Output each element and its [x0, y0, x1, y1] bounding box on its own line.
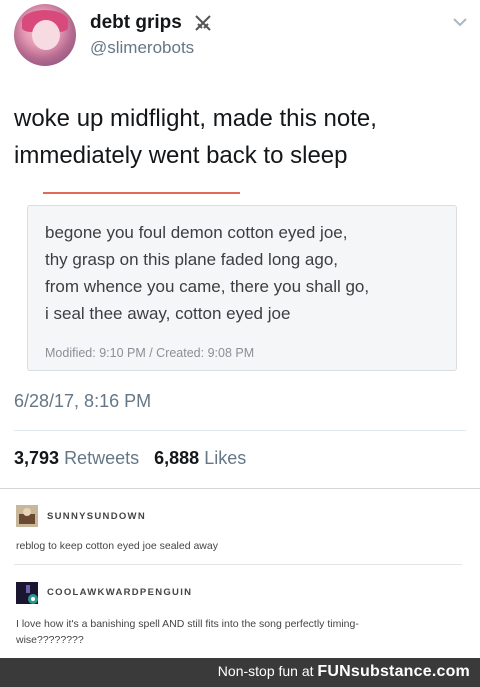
- divider: [14, 564, 462, 565]
- tweet-text: woke up midflight, made this note, immed…: [14, 100, 466, 174]
- reblog-text-line: I love how it's a banishing spell AND st…: [16, 618, 359, 630]
- tweet-timestamp[interactable]: 6/28/17, 8:16 PM: [14, 391, 151, 412]
- likes-label[interactable]: Likes: [204, 448, 246, 468]
- watermark-bar: Non-stop fun at FUNsubstance.com: [0, 658, 480, 687]
- watermark-prefix: Non-stop fun at: [217, 663, 314, 679]
- tweet-text-line: woke up midflight, made this note,: [14, 105, 377, 132]
- crossed-swords-icon: [195, 15, 211, 31]
- reblog-text: I love how it's a banishing spell AND st…: [16, 616, 456, 648]
- reblog-username[interactable]: COOLAWKWARDPENGUIN: [47, 587, 192, 598]
- retweets-count[interactable]: 3,793: [14, 448, 59, 468]
- retweets-label[interactable]: Retweets: [64, 448, 139, 468]
- note-line: from whence you came, there you shall go…: [45, 277, 370, 296]
- reblog-thread: SUNNYSUNDOWN reblog to keep cotton eyed …: [0, 488, 480, 658]
- watermark: Non-stop fun at FUNsubstance.com: [218, 663, 470, 681]
- avatar[interactable]: [16, 505, 38, 527]
- reblog-username[interactable]: SUNNYSUNDOWN: [47, 511, 146, 522]
- divider: [14, 430, 466, 431]
- note-body: begone you foul demon cotton eyed joe, t…: [45, 219, 445, 327]
- tweet-stats: 3,793 Retweets 6,888 Likes: [14, 448, 246, 469]
- note-screenshot: begone you foul demon cotton eyed joe, t…: [27, 205, 457, 371]
- tweet-text-line: immediately went back to sleep: [14, 142, 348, 169]
- note-meta: Modified: 9:10 PM / Created: 9:08 PM: [45, 346, 255, 360]
- avatar[interactable]: [14, 4, 76, 66]
- avatar-face: [32, 20, 60, 50]
- note-accent-line: [43, 192, 240, 194]
- note-line: begone you foul demon cotton eyed joe,: [45, 223, 348, 242]
- watermark-brand: FUNsubstance.com: [317, 663, 470, 680]
- tweet-card: debt grips @slimerobots woke up midfligh…: [0, 0, 480, 488]
- user-handle[interactable]: @slimerobots: [90, 38, 194, 58]
- avatar[interactable]: [16, 582, 38, 604]
- chevron-down-icon[interactable]: [452, 16, 468, 28]
- reblog-text: reblog to keep cotton eyed joe sealed aw…: [16, 540, 218, 552]
- likes-count[interactable]: 6,888: [154, 448, 199, 468]
- note-line: i seal thee away, cotton eyed joe: [45, 304, 291, 323]
- display-name[interactable]: debt grips: [90, 12, 182, 34]
- note-line: thy grasp on this plane faded long ago,: [45, 250, 338, 269]
- reblog-text-line: wise????????: [16, 634, 84, 646]
